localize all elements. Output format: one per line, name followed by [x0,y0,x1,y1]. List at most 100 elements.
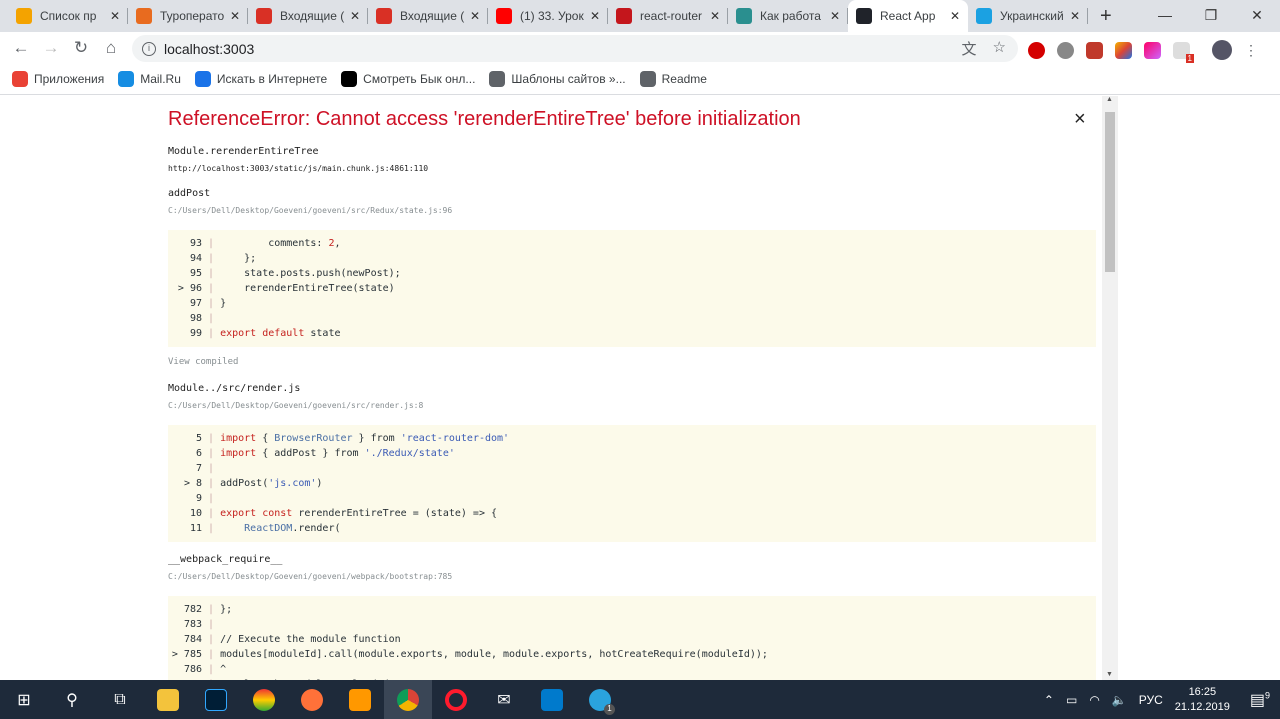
tab-title: Украинский [1000,9,1064,23]
code-token: }; [220,604,233,615]
app-icon[interactable] [240,680,288,719]
tab-2[interactable]: Входящие (✕ [248,0,368,32]
view-compiled-link[interactable]: View compiled [168,357,1096,367]
bookmark-2[interactable]: Искать в Интернете [194,71,327,87]
frame-function-name: Module../src/render.js [168,383,301,394]
code-token: export default [220,328,305,339]
reload-button[interactable]: ↻ [66,38,96,58]
tab-close-icon[interactable]: ✕ [110,9,120,23]
code-token: .render( [292,523,341,534]
frame-location[interactable]: C:/Users/Dell/Desktop/Goeveni/goeveni/sr… [168,206,1096,218]
tab-close-icon[interactable]: ✕ [710,9,720,23]
tab-close-icon[interactable]: ✕ [470,9,480,23]
gutter-separator: | [202,664,221,675]
frame-location[interactable]: http://localhost:3003/static/js/main.chu… [168,164,1096,176]
sublime-icon[interactable] [336,680,384,719]
bookmark-star-icon[interactable]: ☆ [993,38,1006,59]
tab-close-icon[interactable]: ✕ [350,9,360,23]
firefox-icon[interactable] [288,680,336,719]
tab-6[interactable]: Как работа ✕ [728,0,848,32]
code-line: > 8 | addPost('js.com') [168,476,1096,491]
chrome-icon[interactable] [384,680,432,719]
back-button[interactable]: ← [6,38,36,58]
explorer-icon[interactable] [144,680,192,719]
battery-icon[interactable]: ▭ [1066,693,1077,707]
tab-title: Список пр [40,9,97,23]
tab-close-icon[interactable]: ✕ [950,9,960,23]
notification-count: 9 [1264,690,1270,701]
tab-close-icon[interactable]: ✕ [1070,9,1080,23]
bookmark-1[interactable]: Mail.Ru [118,71,181,87]
tab-1[interactable]: Туроперато ✕ [128,0,248,32]
tab-close-icon[interactable]: ✕ [230,9,240,23]
home-button[interactable]: ⌂ [96,38,126,58]
frame-function-name: addPost [168,188,211,199]
show-hidden-icons[interactable]: ⌃ [1044,693,1054,707]
code-token: 'react-router-dom' [400,433,510,444]
start-button[interactable]: ⊞ [0,680,48,719]
tab-8[interactable]: Украинский ✕ [968,0,1088,32]
gutter-separator: | [202,463,221,474]
new-tab-button[interactable]: + [1100,5,1112,28]
opera-icon[interactable] [432,680,480,719]
gutter-separator: | [202,493,221,504]
telegram-icon[interactable]: 1 [576,680,624,719]
address-bar[interactable]: i localhost:3003 文 ☆ [132,35,1018,62]
minimize-button[interactable]: — [1142,0,1188,30]
clock[interactable]: 16:25 21.12.2019 [1175,685,1230,715]
close-overlay-button[interactable]: × [1074,108,1086,131]
tab-7[interactable]: React App ✕ [848,0,968,32]
notifications-icon[interactable]: ▤9 [1250,690,1270,710]
extensions: 1 ⋮ [1028,40,1258,63]
bookmark-label: Приложения [34,72,105,86]
restore-button[interactable]: ❐ [1188,0,1234,30]
gear-extension-icon[interactable] [1057,41,1074,59]
volume-icon[interactable]: 🔈 [1112,693,1127,707]
tab-0[interactable]: Список пр ✕ [8,0,128,32]
wifi-icon[interactable]: ◠ [1089,693,1099,707]
tab-4[interactable]: (1) 33. Урок ✕ [488,0,608,32]
mail-icon[interactable]: ✉ [480,680,528,719]
bookmark-0[interactable]: Приложения [12,71,104,87]
avatar[interactable] [1212,40,1232,60]
forward-button[interactable]: → [36,38,66,58]
frame-location[interactable]: C:/Users/Dell/Desktop/Goeveni/goeveni/sr… [168,401,1096,413]
bookmark-3[interactable]: Смотреть Бык онл... [341,71,475,87]
bookmark-4[interactable]: Шаблоны сайтов »... [489,71,626,87]
task-view-button[interactable]: ⧉ [96,680,144,719]
code-line: 783 | [168,617,1096,632]
gradient-extension-icon[interactable] [1144,41,1161,59]
code-token: }; [220,253,257,264]
shield-extension-icon[interactable]: 1 [1173,41,1194,63]
tab-close-icon[interactable]: ✕ [590,9,600,23]
language-indicator[interactable]: РУС [1139,693,1163,707]
line-number: 784 [183,634,202,645]
bookmark-5[interactable]: Readme [639,71,707,87]
stack-frame: Module../src/render.js C:/Users/Dell/Desk… [168,383,1096,542]
scrollbar-thumb[interactable] [1105,112,1115,272]
gutter-separator: | [202,604,221,615]
info-icon[interactable]: i [142,41,156,56]
gutter-separator: | [202,433,221,444]
code-token: 'js.com' [268,478,317,489]
menu-icon[interactable]: ⋮ [1244,42,1258,59]
adblock-icon[interactable] [1028,41,1045,59]
code-line: 786 | ^ [168,662,1096,677]
line-number: > 785 [171,649,202,660]
vscode-icon[interactable] [528,680,576,719]
translate-icon[interactable]: 文 [962,38,977,59]
scrollbar[interactable]: ▲ ▼ [1102,96,1118,680]
time: 16:25 [1188,685,1217,698]
photoshop-icon[interactable] [192,680,240,719]
frame-location[interactable]: C:/Users/Dell/Desktop/Goeveni/goeveni/we… [168,572,1096,584]
tab-close-icon[interactable]: ✕ [830,9,840,23]
extension-icon[interactable] [1086,41,1103,59]
gutter-separator: | [202,238,221,249]
gutter-separator: | [202,448,221,459]
tab-5[interactable]: react-router ✕ [608,0,728,32]
search-button[interactable]: ⚲ [48,680,96,719]
tab-3[interactable]: Входящие (✕ [368,0,488,32]
color-extension-icon[interactable] [1115,41,1132,59]
url-text[interactable]: localhost:3003 [164,41,254,57]
close-window-button[interactable]: ✕ [1234,0,1280,30]
